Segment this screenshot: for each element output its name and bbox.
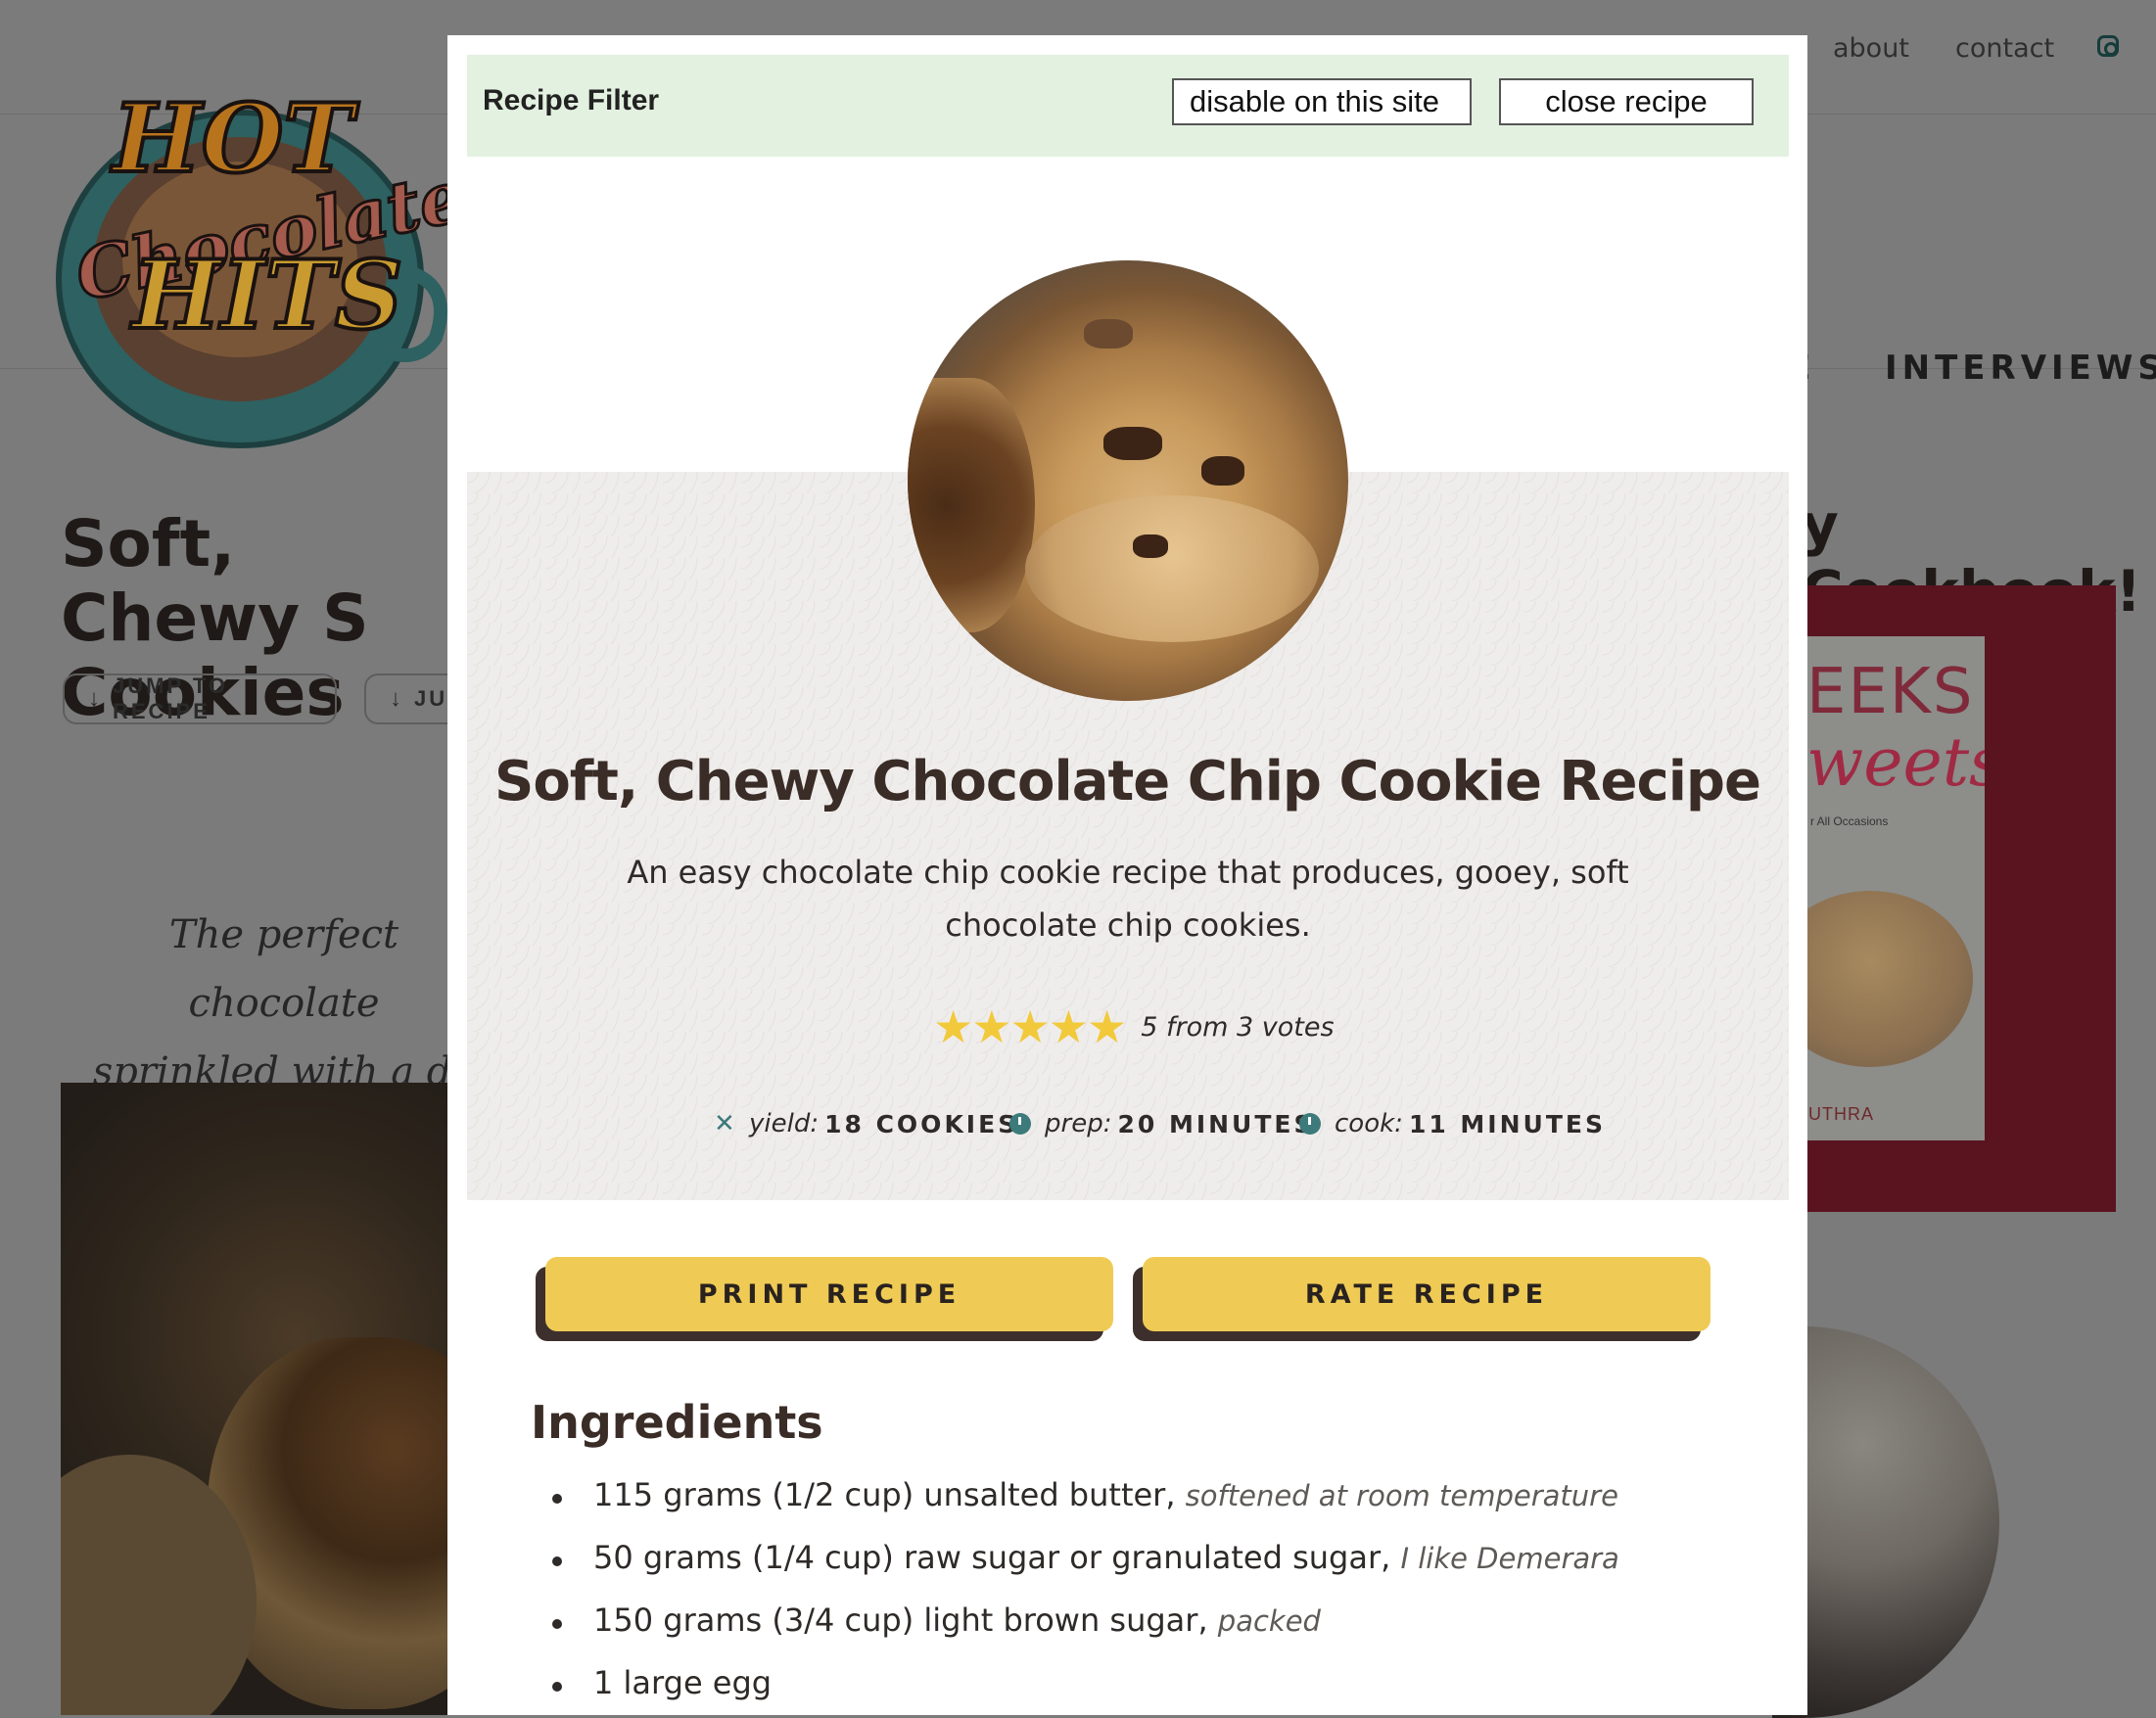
clock-icon: [1299, 1113, 1321, 1135]
ingredient-text: 115 grams (1/2 cup) unsalted butter,: [593, 1476, 1176, 1513]
nav-item-interviews[interactable]: INTERVIEWS: [1885, 348, 2156, 388]
jump-secondary-label: JU: [414, 686, 448, 711]
star-icon[interactable]: ★: [933, 1004, 973, 1049]
ingredient-item: 115 grams (1/2 cup) unsalted butter, sof…: [531, 1476, 1619, 1539]
print-recipe-button[interactable]: PRINT RECIPE: [536, 1257, 1113, 1341]
ingredient-text: 1 large egg: [593, 1664, 773, 1701]
star-icon[interactable]: ★: [1010, 1004, 1051, 1049]
prep-value: 20 MINUTES: [1117, 1109, 1315, 1138]
ingredient-note: packed: [1217, 1604, 1321, 1638]
book-title-line2: weets: [1806, 724, 1985, 802]
star-icon[interactable]: ★: [1049, 1004, 1089, 1049]
disable-on-site-button[interactable]: disable on this site: [1172, 78, 1472, 125]
cook-label: cook:: [1335, 1109, 1403, 1138]
yield-value: 18 COOKIES: [824, 1109, 1019, 1138]
book-author: UTHRA: [1808, 1104, 1874, 1124]
recipe-yield: ✕ yield: 18 COOKIES: [714, 1109, 1018, 1138]
post-intro: The perfect chocolate sprinkled with a d…: [92, 912, 475, 1094]
nav-link-contact[interactable]: contact: [1955, 33, 2054, 64]
star-icon[interactable]: ★: [1087, 1004, 1127, 1049]
recipe-cook-time: cook: 11 MINUTES: [1299, 1109, 1606, 1138]
ingredient-item: 1 large egg: [531, 1664, 1619, 1715]
recipe-summary: An easy chocolate chip cookie recipe tha…: [627, 854, 1629, 944]
jump-to-recipe-label: JUMP TO RECIPE: [113, 673, 228, 723]
recipe-prep-time: prep: 20 MINUTES: [1009, 1109, 1315, 1138]
recipe-filter-title: Recipe Filter: [483, 84, 660, 116]
logo-text-hits: HITS: [129, 240, 402, 350]
post-hero-image: [61, 1083, 452, 1715]
ingredient-item: 50 grams (1/4 cup) raw sugar or granulat…: [531, 1539, 1619, 1602]
utensils-icon: ✕: [714, 1109, 735, 1138]
ingredients-heading: Ingredients: [531, 1396, 823, 1449]
book-subtitle: r All Occasions: [1810, 814, 1889, 828]
rating-summary: 5 from 3 votes: [1141, 1011, 1335, 1043]
recipe-rating[interactable]: ★ ★ ★ ★ ★ 5 from 3 votes: [933, 1004, 1335, 1049]
instagram-icon[interactable]: [2097, 35, 2119, 57]
book-title-line1: EEKS: [1806, 656, 1975, 728]
recipe-filter-modal: Recipe Filter disable on this site close…: [447, 35, 1807, 1715]
nav-link-about[interactable]: about: [1833, 33, 1909, 64]
ingredient-note: softened at room temperature: [1185, 1479, 1618, 1512]
ingredient-text: 50 grams (1/4 cup) raw sugar or granulat…: [593, 1539, 1391, 1576]
arrow-down-icon: ↓: [390, 685, 404, 712]
ingredient-text: 150 grams (3/4 cup) light brown sugar,: [593, 1602, 1208, 1639]
ingredient-note: I like Demerara: [1400, 1542, 1619, 1575]
recipe-filter-bar: Recipe Filter disable on this site close…: [467, 55, 1789, 157]
ingredients-list: 115 grams (1/2 cup) unsalted butter, sof…: [531, 1476, 1619, 1715]
arrow-down-icon: ↓: [88, 685, 103, 712]
print-recipe-label: PRINT RECIPE: [545, 1257, 1113, 1331]
ingredient-item: 150 grams (3/4 cup) light brown sugar, p…: [531, 1602, 1619, 1664]
cookbook-cover-image[interactable]: EEKS weets r All Occasions UTHRA: [1806, 636, 1985, 1140]
star-icon[interactable]: ★: [971, 1004, 1011, 1049]
recipe-title: Soft, Chewy Chocolate Chip Cookie Recipe: [494, 750, 1761, 813]
close-recipe-button[interactable]: close recipe: [1499, 78, 1754, 125]
site-logo[interactable]: HOT Chocolate HITS: [54, 24, 455, 450]
cook-value: 11 MINUTES: [1408, 1109, 1606, 1138]
clock-icon: [1009, 1113, 1031, 1135]
rate-recipe-button[interactable]: RATE RECIPE: [1133, 1257, 1711, 1341]
prep-label: prep:: [1045, 1109, 1112, 1138]
yield-label: yield:: [749, 1109, 820, 1138]
jump-to-recipe-button[interactable]: ↓ JUMP TO RECIPE: [63, 673, 337, 724]
recipe-image: [908, 260, 1348, 701]
logo-text-hot: HOT: [110, 83, 359, 194]
rate-recipe-label: RATE RECIPE: [1143, 1257, 1711, 1331]
